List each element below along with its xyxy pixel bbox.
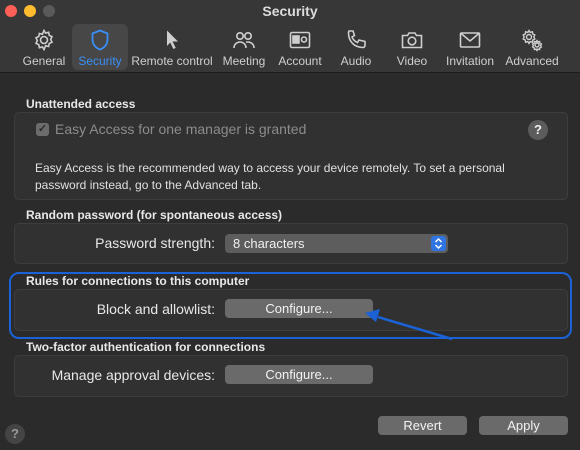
annotation-arrow-line [377, 315, 453, 341]
annotation-arrow-head [365, 309, 380, 322]
annotation-arrow [365, 309, 453, 341]
